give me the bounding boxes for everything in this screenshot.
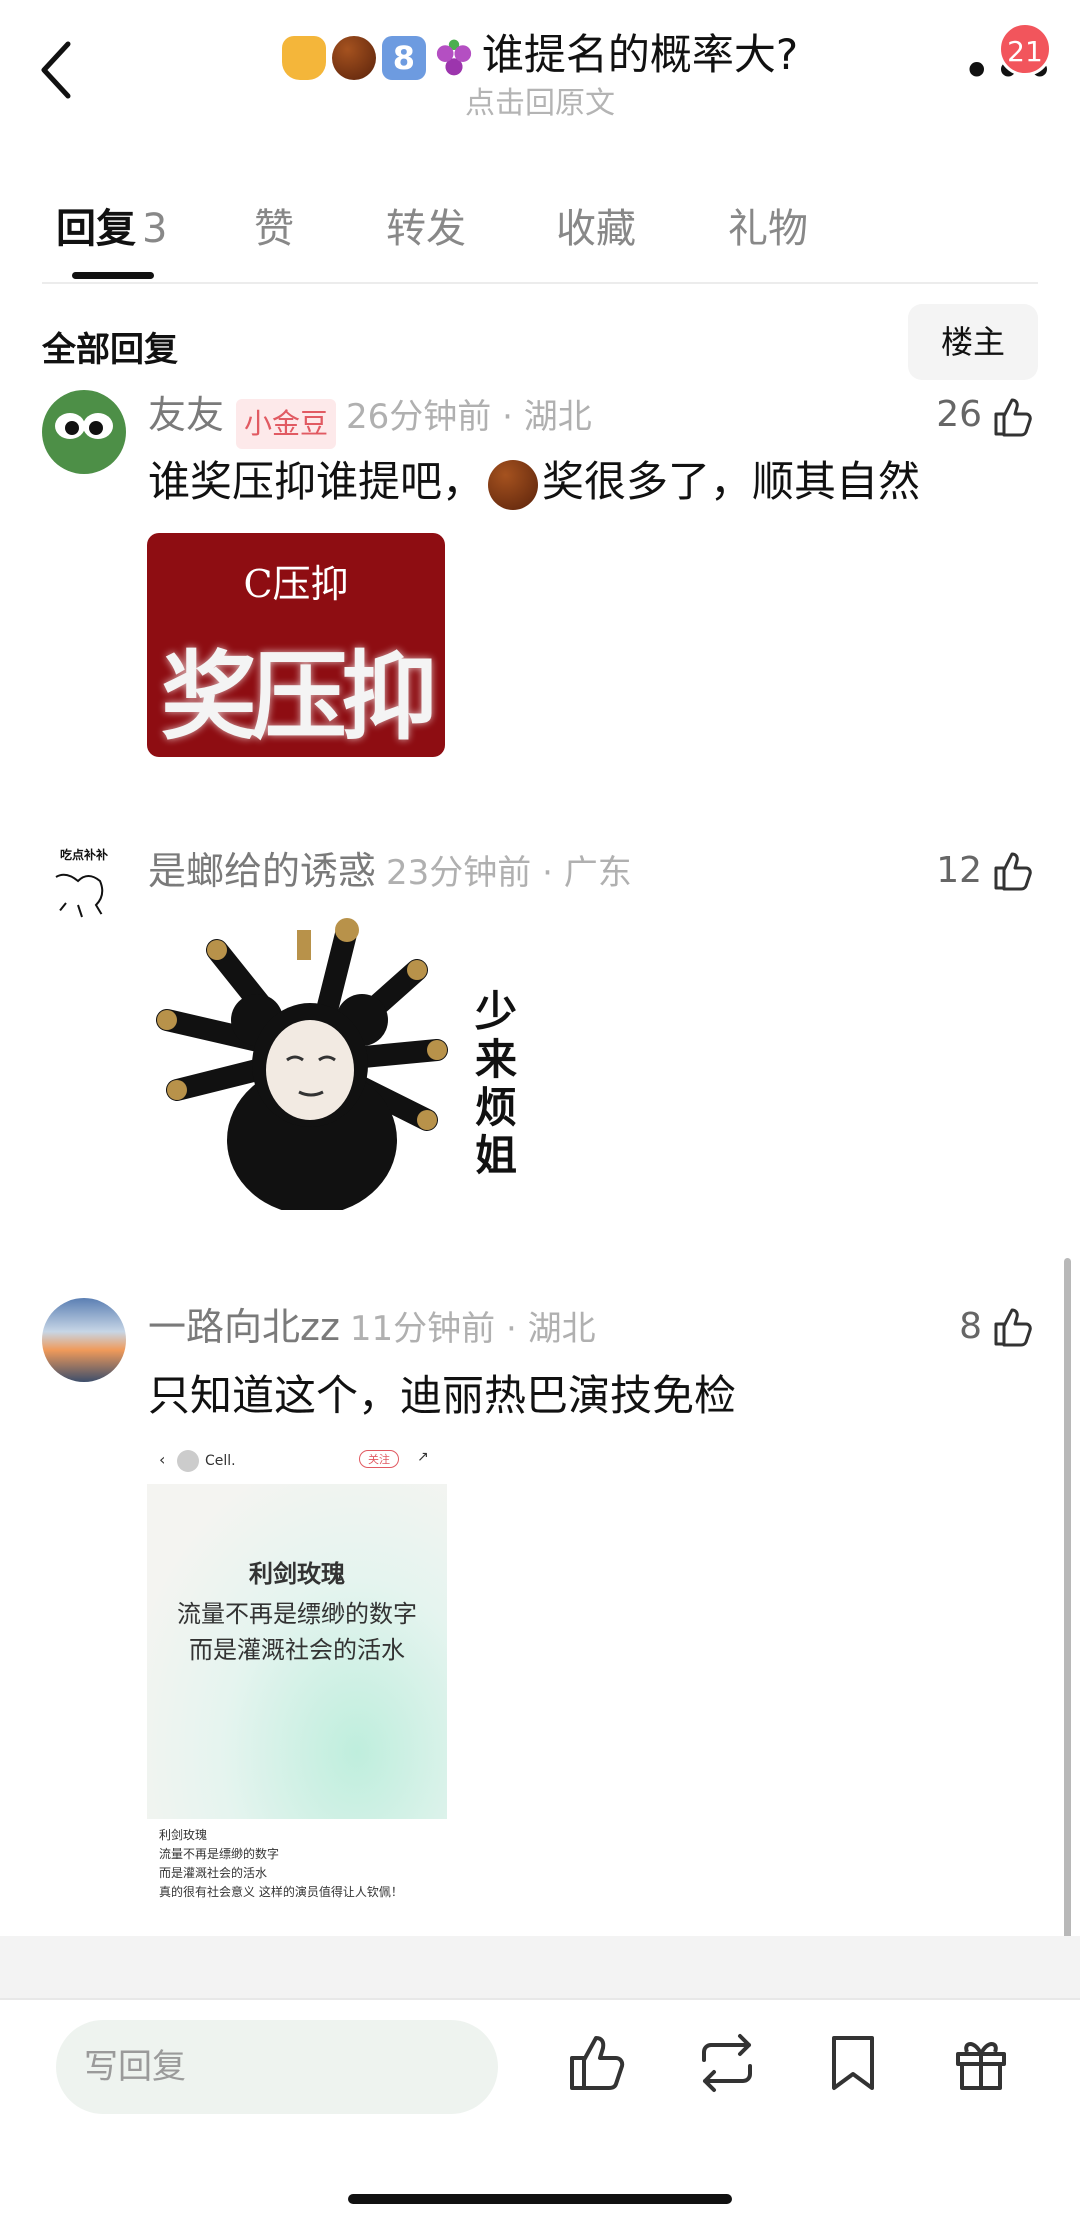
post-title[interactable]: 8 谁提名的概率大? (0, 28, 1080, 82)
commenter-name[interactable]: 是螂给的诱惑 (148, 849, 376, 893)
comment-text-part: 谁奖压抑谁提吧， (148, 457, 485, 506)
comment-image[interactable]: C压抑 奖压抑 (147, 533, 445, 757)
comment-meta: 26分钟前 · 湖北 (346, 397, 592, 437)
tab-favorites[interactable]: 收藏 (556, 196, 636, 254)
avatar-text: 吃点补补 (59, 848, 108, 862)
back-icon: ‹ (159, 1450, 166, 1469)
comment-image[interactable]: ‹ Cell. 关注 ↗ 利剑玫瑰 流量不再是缥缈的数字 而是灌溉社会的活水 利… (147, 1440, 447, 1900)
comment-meta: 23分钟前 · 广东 (386, 853, 632, 893)
commenter-name[interactable]: 一路向北zz (148, 1305, 340, 1349)
home-indicator[interactable] (348, 2194, 732, 2204)
reply-input[interactable]: 写回复 (56, 2020, 498, 2114)
thumb-up-icon[interactable] (990, 1304, 1034, 1348)
follow-button: 关注 (359, 1450, 399, 1468)
avatar (177, 1450, 199, 1472)
cat-doodle-icon (55, 873, 104, 918)
comment-header: 是螂给的诱惑 23分钟前 · 广东 (148, 846, 632, 904)
image-caption-big: 奖压抑 (161, 641, 437, 753)
like-count: 26 (936, 394, 982, 435)
meme-caption: 少来烦姐 (475, 987, 518, 1180)
avatar[interactable] (42, 1298, 126, 1382)
notification-badge: 21 (998, 22, 1052, 76)
active-tab-indicator (72, 272, 154, 279)
quote-card: 利剑玫瑰 流量不再是缥缈的数字 而是灌溉社会的活水 (147, 1484, 447, 1819)
tab-replies[interactable]: 回复 3 (56, 196, 167, 254)
repost-icon[interactable] (694, 2030, 760, 2096)
tab-replies-label: 回复 (56, 206, 136, 252)
post-body-line: 利剑玫瑰 (159, 1828, 208, 1842)
like-count: 8 (959, 1306, 982, 1347)
divider (42, 282, 1038, 284)
comment-text-part: 奖很多了，顺其自然 (542, 457, 921, 506)
chestnut-icon (331, 35, 376, 80)
bookmark-icon[interactable] (820, 2030, 886, 2096)
comment-image[interactable]: 少来烦姐 (147, 910, 527, 1215)
honey-pot-icon (281, 35, 326, 80)
share-icon: ↗ (417, 1449, 429, 1465)
panda-meme-icon (156, 918, 448, 1215)
list-end-spacer (0, 1936, 1080, 1998)
scrollbar[interactable] (1064, 1258, 1071, 1960)
quote-line: 而是灌溉社会的活水 (189, 1636, 405, 1664)
avatar[interactable] (42, 390, 126, 474)
frog-face-icon (55, 413, 113, 439)
comment-header: 一路向北zz 11分钟前 · 湖北 (148, 1302, 596, 1360)
back-to-original-link[interactable]: 点击回原文 (0, 78, 1080, 122)
comment-meta: 11分钟前 · 湖北 (349, 1309, 596, 1349)
post-body-line: 流量不再是缥缈的数字 (159, 1847, 280, 1861)
tab-likes[interactable]: 赞 (254, 196, 294, 254)
comment-text: 只知道这个，迪丽热巴演技免检 (148, 1371, 737, 1420)
quote-line: 流量不再是缥缈的数字 (177, 1600, 417, 1628)
tab-reposts[interactable]: 转发 (386, 196, 466, 254)
gift-icon[interactable] (948, 2030, 1014, 2096)
post-title-text: 谁提名的概率大? (481, 30, 799, 79)
owner-only-button[interactable]: 楼主 (908, 304, 1038, 380)
post-body-line: 而是灌溉社会的活水 (159, 1866, 268, 1880)
account-name: Cell. (205, 1453, 236, 1469)
like-icon[interactable] (564, 2030, 630, 2096)
keycap-8-icon: 8 (381, 35, 426, 80)
tab-gifts[interactable]: 礼物 (728, 196, 808, 254)
chestnut-icon (488, 459, 539, 510)
comment-header: 友友 小金豆 26分钟前 · 湖北 (148, 390, 592, 449)
thumb-up-icon[interactable] (990, 394, 1034, 438)
section-title: 全部回复 (42, 330, 178, 370)
grapes-icon (431, 35, 476, 80)
quote-heading: 利剑玫瑰 (249, 1559, 345, 1588)
image-caption-small: C压抑 (243, 562, 349, 606)
post-body-line: 真的很有社会意义 这样的演员值得让人钦佩！ (159, 1885, 403, 1899)
tab-replies-count: 3 (142, 206, 168, 252)
divider (0, 1998, 1080, 2000)
embedded-screenshot-header: ‹ Cell. 关注 ↗ (147, 1440, 447, 1484)
commenter-name[interactable]: 友友 (148, 393, 224, 437)
thumb-up-icon[interactable] (990, 848, 1034, 892)
like-count: 12 (936, 850, 982, 891)
avatar[interactable]: 吃点补补 (42, 834, 126, 918)
user-tag: 小金豆 (236, 398, 337, 449)
comment-text: 谁奖压抑谁提吧， 奖很多了，顺其自然 (148, 452, 920, 512)
